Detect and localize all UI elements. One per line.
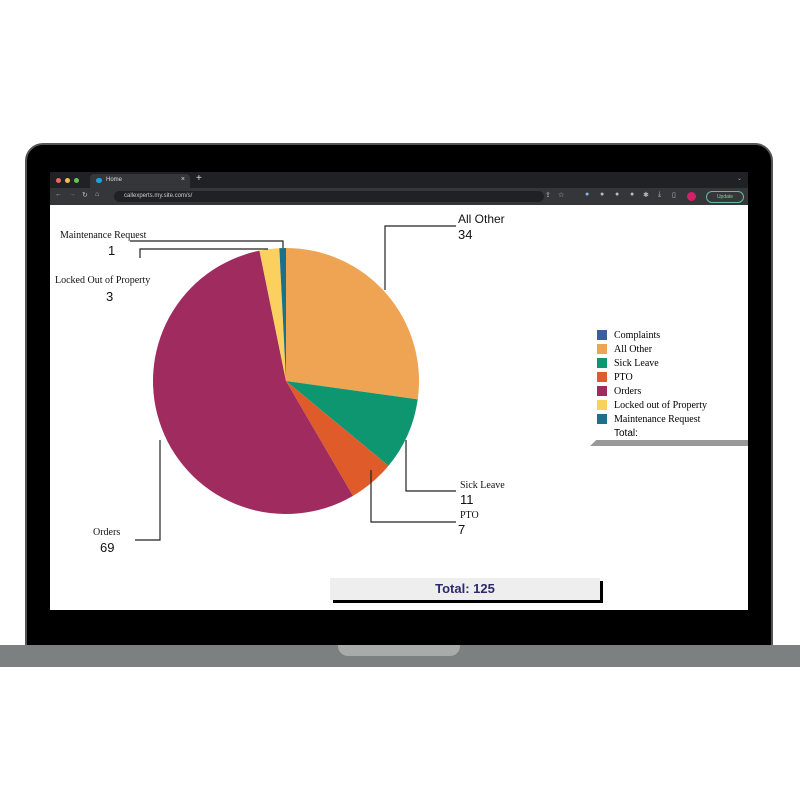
data-label-name: Maintenance Request xyxy=(60,230,147,241)
legend-label: Sick Leave xyxy=(614,357,659,369)
data-label-value: 3 xyxy=(106,289,114,304)
legend-label: Maintenance Request xyxy=(614,413,701,425)
legend-swatch xyxy=(597,330,607,340)
legend-swatch xyxy=(597,386,607,396)
legend-total: Total: xyxy=(614,427,638,439)
legend-label: All Other xyxy=(614,343,653,355)
data-label-value: 7 xyxy=(458,522,466,537)
legend-item: Locked out of Property xyxy=(597,398,707,412)
data-label-name: Sick Leave xyxy=(460,480,505,491)
legend-label: PTO xyxy=(614,371,633,383)
total-box: Total: 125 xyxy=(330,578,600,600)
legend-label: Complaints xyxy=(614,329,661,341)
leader-line xyxy=(384,225,456,290)
legend-swatch xyxy=(597,344,607,354)
data-label-name: Locked Out of Property xyxy=(55,275,151,286)
legend-swatch xyxy=(597,372,607,382)
legend-item: Sick Leave xyxy=(597,356,707,370)
data-label-name: All Other xyxy=(458,212,505,226)
legend-swatch xyxy=(597,400,607,410)
data-label-value: 34 xyxy=(458,227,473,242)
leader-line xyxy=(135,440,161,541)
legend: Complaints All Other Sick Leave PTO Orders Lo… xyxy=(597,328,707,440)
data-label-name: PTO xyxy=(460,510,479,521)
leader-line xyxy=(130,240,284,248)
legend-item: Orders xyxy=(597,384,707,398)
pie-slice-all-other xyxy=(286,248,420,400)
legend-label: Orders xyxy=(614,385,642,397)
legend-divider xyxy=(590,440,748,446)
legend-item: All Other xyxy=(597,342,707,356)
legend-label: Locked out of Property xyxy=(614,399,708,411)
legend-item: PTO xyxy=(597,370,707,384)
data-label-name: Orders xyxy=(93,527,121,538)
data-label-value: 1 xyxy=(108,243,116,258)
data-label-value: 69 xyxy=(100,540,115,555)
legend-item: Complaints xyxy=(597,328,707,342)
legend-swatch xyxy=(597,358,607,368)
legend-item: Maintenance Request xyxy=(597,412,707,426)
leader-line xyxy=(370,470,456,523)
data-label-value: 11 xyxy=(460,492,474,507)
leader-line xyxy=(405,440,456,492)
legend-swatch xyxy=(597,414,607,424)
